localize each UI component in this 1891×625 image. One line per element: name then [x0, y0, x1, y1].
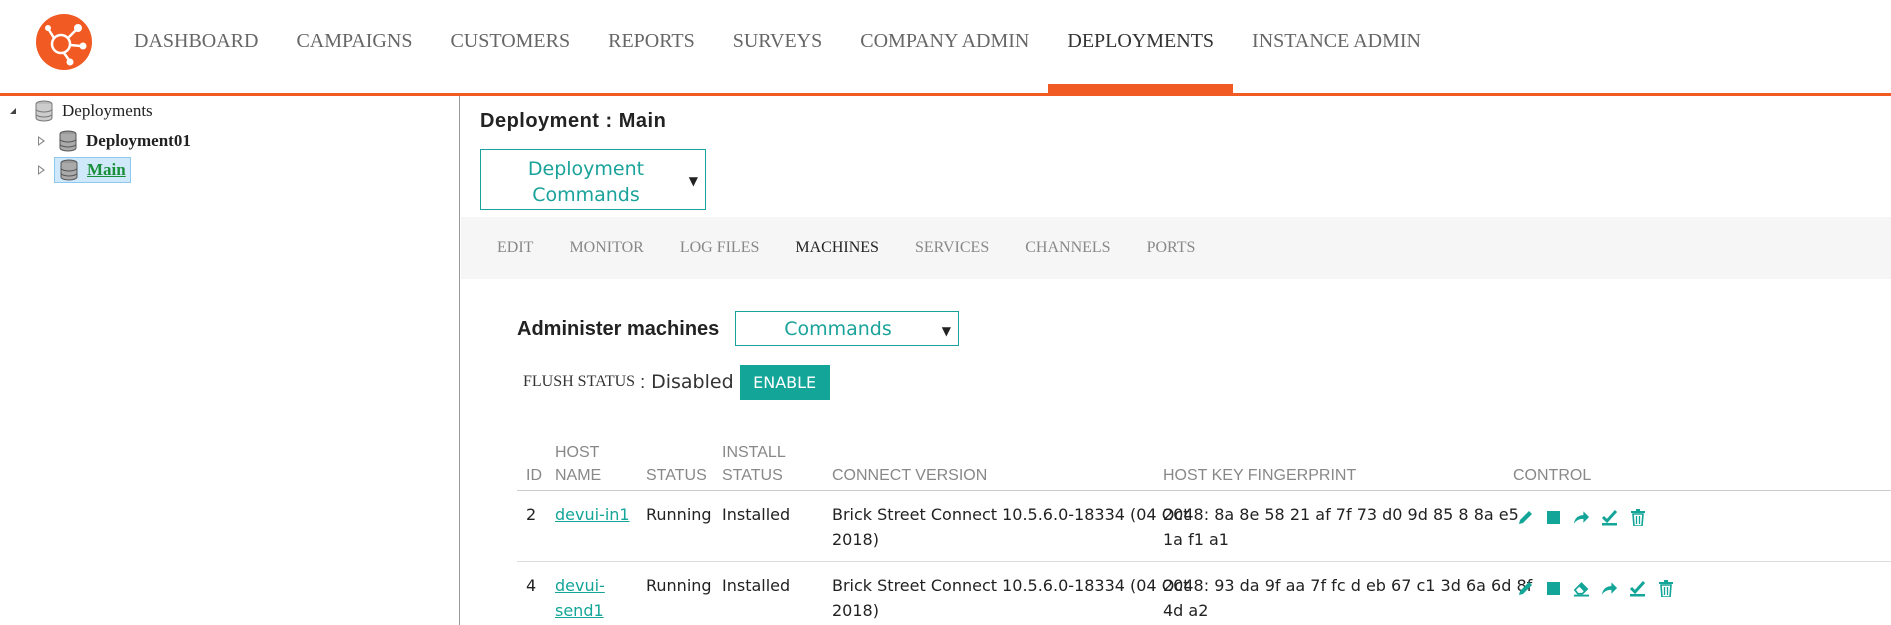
cell-control	[1517, 580, 1685, 597]
header-install-line2: STATUS	[722, 467, 783, 484]
database-icon	[60, 159, 78, 181]
collapse-icon[interactable]	[6, 104, 20, 118]
share-icon[interactable]	[1601, 580, 1618, 597]
cell-connect-version: Brick Street Connect 10.5.6.0-18334 (04 …	[832, 573, 1189, 623]
eraser-icon[interactable]	[1573, 580, 1590, 597]
main-panel: Deployment : Main Deployment Commands ▼ …	[461, 96, 1891, 625]
stop-icon[interactable]	[1545, 580, 1562, 597]
fingerprint-line1: 2048: 93 da 9f aa 7f fc d eb 67 c1 3d 6a…	[1163, 576, 1533, 595]
database-icon	[35, 100, 53, 122]
cell-fingerprint: 2048: 8a 8e 58 21 af 7f 73 d0 9d 85 8 8a…	[1163, 502, 1519, 552]
top-nav-bar: DASHBOARD CAMPAIGNS CUSTOMERS REPORTS SU…	[0, 0, 1891, 96]
expand-icon[interactable]	[34, 163, 48, 177]
enable-button[interactable]: ENABLE	[739, 364, 830, 400]
check-icon[interactable]	[1601, 509, 1618, 526]
database-icon	[59, 130, 77, 152]
deployment-commands-dropdown[interactable]: Deployment Commands ▼	[480, 149, 706, 210]
share-icon[interactable]	[1573, 509, 1590, 526]
tree-node-label: Deployment01	[86, 131, 191, 150]
cell-control	[1517, 509, 1657, 526]
tree-selection[interactable]: Main	[54, 157, 131, 183]
dropdown-label: Deployment Commands	[481, 156, 691, 208]
header-status: STATUS	[646, 467, 707, 484]
connect-line2: 2018)	[832, 530, 879, 549]
tree-node-label: Main	[87, 160, 126, 179]
stop-icon[interactable]	[1545, 509, 1562, 526]
logo-icon[interactable]	[36, 14, 92, 70]
tab-channels[interactable]: CHANNELS	[1007, 217, 1128, 279]
cell-install-status: Installed	[722, 576, 791, 595]
header-control: CONTROL	[1513, 467, 1592, 484]
commands-dropdown[interactable]: Commands ▼	[735, 311, 959, 346]
tree-root[interactable]: Deployments	[6, 99, 153, 123]
host-link[interactable]: devui-	[555, 576, 605, 595]
tab-bar: EDIT MONITOR LOG FILES MACHINES SERVICES…	[461, 217, 1891, 279]
caret-down-icon: ▼	[941, 324, 951, 338]
trash-icon[interactable]	[1657, 580, 1674, 597]
cell-status: Running	[646, 505, 712, 524]
cell-fingerprint: 2048: 93 da 9f aa 7f fc d eb 67 c1 3d 6a…	[1163, 573, 1532, 623]
tab-services[interactable]: SERVICES	[897, 217, 1007, 279]
trash-icon[interactable]	[1629, 509, 1646, 526]
host-link-line2[interactable]: send1	[555, 601, 604, 620]
main-nav: DASHBOARD CAMPAIGNS CUSTOMERS REPORTS SU…	[115, 0, 1440, 93]
dropdown-label-line1: Deployment	[527, 158, 645, 180]
cell-id: 4	[526, 576, 537, 595]
deployment-tree: Deployments Deployment01 Main	[0, 96, 460, 625]
cell-status: Running	[646, 576, 712, 595]
flush-status: FLUSH STATUS : Disabled ENABLE	[523, 364, 830, 400]
dropdown-label-line2: Commands	[532, 184, 640, 206]
tree-node-main[interactable]: Main	[34, 157, 131, 183]
header-divider	[517, 490, 1891, 491]
tree-root-label: Deployments	[62, 101, 153, 120]
cell-host-name: devui-in1	[555, 502, 630, 527]
nav-campaigns[interactable]: CAMPAIGNS	[277, 0, 431, 93]
cell-host-name: devui- send1	[555, 573, 605, 623]
expand-icon[interactable]	[34, 134, 48, 148]
header-install-line1: INSTALL	[722, 444, 786, 461]
cell-id: 2	[526, 505, 537, 524]
header-host-line1: HOST	[555, 444, 600, 461]
tab-log-files[interactable]: LOG FILES	[662, 217, 778, 279]
edit-icon[interactable]	[1517, 509, 1534, 526]
header-connect-version: CONNECT VERSION	[832, 467, 988, 484]
tab-machines[interactable]: MACHINES	[777, 217, 897, 279]
tree-node-deployment01[interactable]: Deployment01	[34, 129, 191, 153]
flush-status-label: FLUSH STATUS	[523, 373, 636, 390]
nav-deployments[interactable]: DEPLOYMENTS	[1048, 0, 1233, 93]
header-install-status: INSTALL STATUS	[722, 441, 786, 487]
tab-ports[interactable]: PORTS	[1129, 217, 1214, 279]
flush-status-colon: :	[640, 371, 646, 392]
header-host-name: HOST NAME	[555, 441, 601, 487]
row-divider	[517, 561, 1891, 562]
nav-dashboard[interactable]: DASHBOARD	[115, 0, 277, 93]
cell-install-status: Installed	[722, 505, 791, 524]
nav-company-admin[interactable]: COMPANY ADMIN	[841, 0, 1048, 93]
fingerprint-line1: 2048: 8a 8e 58 21 af 7f 73 d0 9d 85 8 8a…	[1163, 505, 1519, 524]
edit-icon[interactable]	[1517, 580, 1534, 597]
connect-line1: Brick Street Connect 10.5.6.0-18334 (04 …	[832, 576, 1190, 595]
fingerprint-line2: 4d a2	[1163, 601, 1209, 620]
page-title: Deployment : Main	[480, 110, 667, 132]
dropdown-label: Commands	[784, 318, 892, 340]
nav-surveys[interactable]: SURVEYS	[714, 0, 842, 93]
header-id: ID	[526, 467, 542, 484]
host-link[interactable]: devui-in1	[555, 505, 630, 524]
flush-status-value: Disabled	[651, 371, 734, 393]
fingerprint-line2: 1a f1 a1	[1163, 530, 1229, 549]
header-host-line2: NAME	[555, 467, 602, 484]
connect-line1: Brick Street Connect 10.5.6.0-18334 (04 …	[832, 505, 1190, 524]
caret-down-icon: ▼	[688, 174, 698, 188]
nav-instance-admin[interactable]: INSTANCE ADMIN	[1233, 0, 1440, 93]
check-icon[interactable]	[1629, 580, 1646, 597]
header-host-key-fingerprint: HOST KEY FINGERPRINT	[1163, 467, 1357, 484]
section-title: Administer machines	[517, 318, 720, 340]
nav-customers[interactable]: CUSTOMERS	[431, 0, 589, 93]
tab-monitor[interactable]: MONITOR	[551, 217, 661, 279]
nav-reports[interactable]: REPORTS	[589, 0, 714, 93]
connect-line2: 2018)	[832, 601, 879, 620]
tab-edit[interactable]: EDIT	[479, 217, 551, 279]
cell-connect-version: Brick Street Connect 10.5.6.0-18334 (04 …	[832, 502, 1189, 552]
